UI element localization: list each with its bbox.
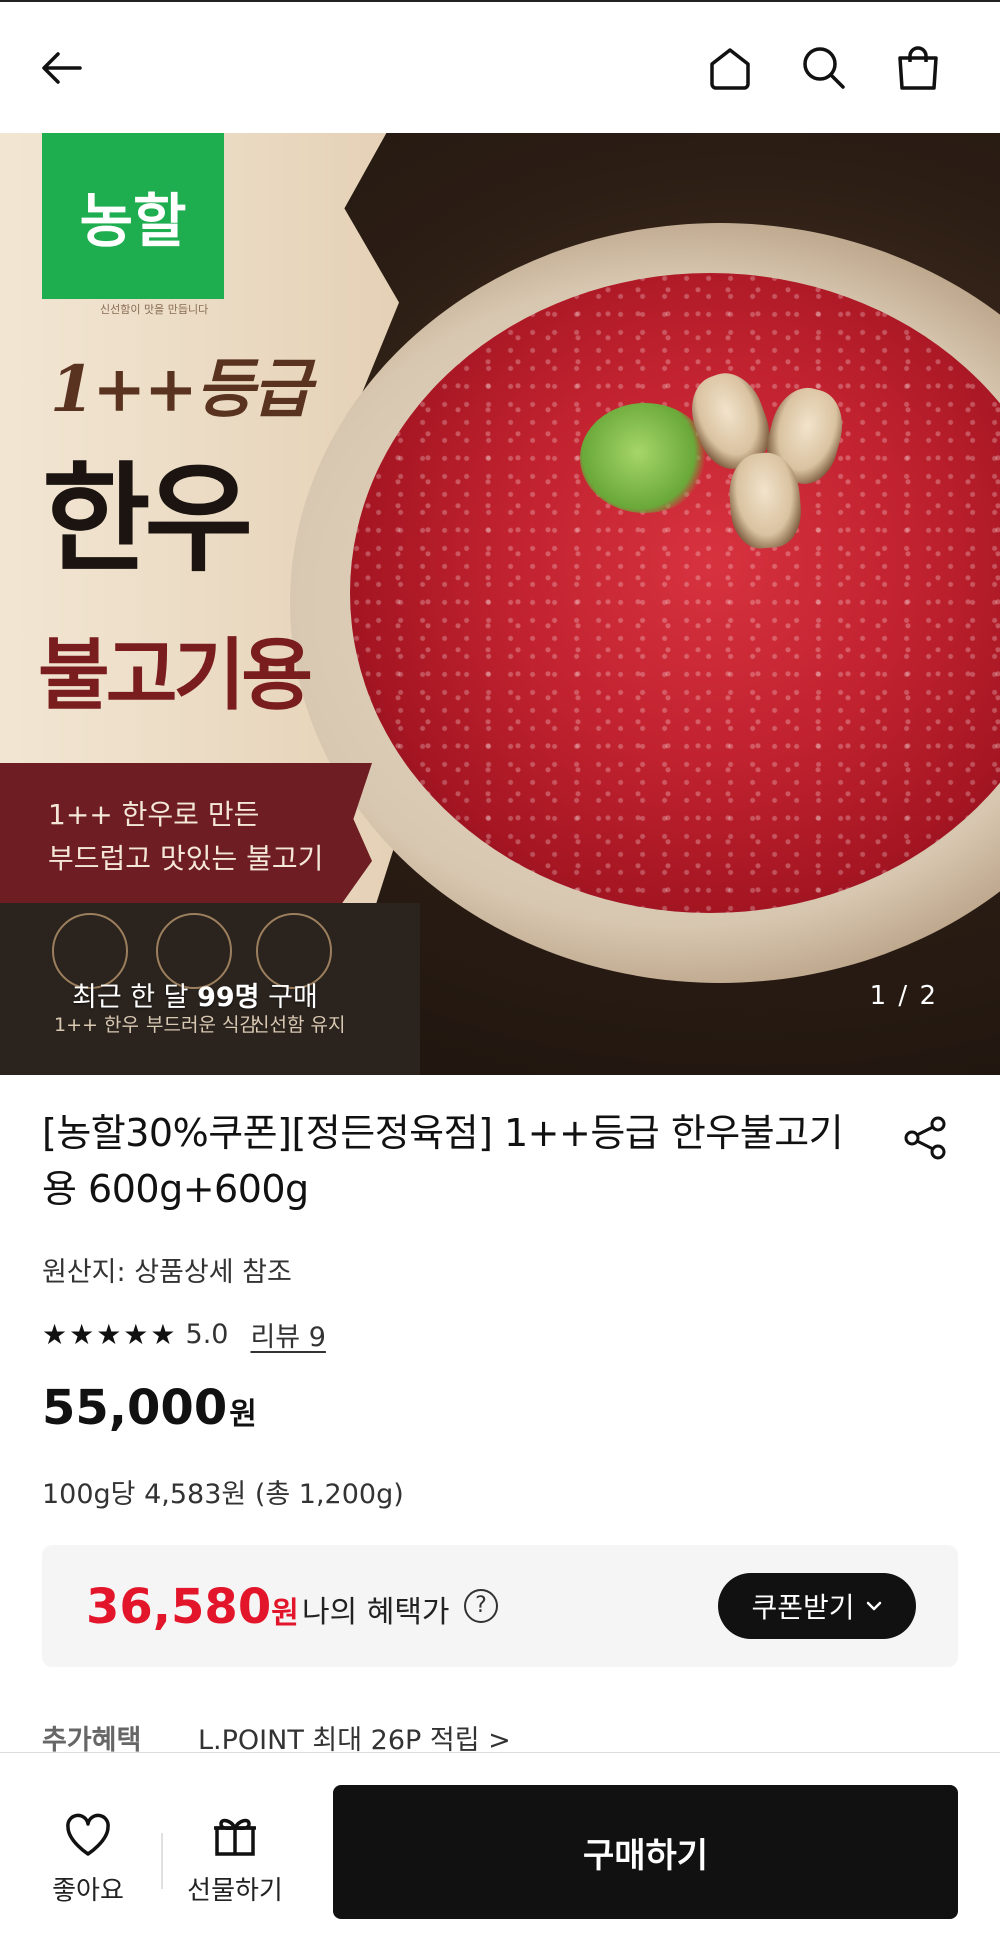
price-value: 55,000 [42, 1380, 228, 1436]
gift-label: 선물하기 [187, 1876, 283, 1906]
benefit-label: 나의 혜택가 [302, 1595, 450, 1630]
coupon-button[interactable]: 쿠폰받기 [718, 1573, 916, 1639]
benefit-price-unit: 원 [271, 1596, 299, 1631]
chevron-down-icon [866, 1601, 881, 1611]
hero-grade-text: 1++등급 [50, 352, 312, 427]
benefit-price-value: 36,580 [86, 1579, 272, 1635]
green-onion-garnish [580, 403, 710, 513]
brand-slogan: 신선함이 맛을 만듭니다 [100, 303, 209, 316]
star-rating-icon: ★★★★★ [42, 1317, 178, 1351]
recent-purchase-info: 최근 한 달 99명 구매 [72, 975, 318, 1014]
hero-sub-text: 불고기용 [38, 630, 313, 721]
divider [161, 1833, 163, 1889]
search-icon[interactable] [796, 40, 852, 96]
brand-logo: 농할 [42, 133, 224, 299]
product-image-carousel[interactable]: 농할 신선함이 맛을 만듭니다 1++등급 한우 불고기용 1++ 한우로 만든… [0, 133, 1000, 1075]
home-icon[interactable] [702, 40, 758, 96]
bottom-action-bar: 좋아요 선물하기 구매하기 [0, 1752, 1000, 1951]
rating-score: 5.0 [185, 1318, 229, 1350]
recent-suffix: 구매 [259, 982, 318, 1013]
hero-main-text: 한우 [42, 449, 253, 588]
top-app-bar [0, 0, 1000, 133]
like-button[interactable]: 좋아요 [18, 1808, 158, 1907]
hero-band-line2: 부드럽고 맛있는 불고기 [48, 842, 324, 875]
help-icon[interactable]: ? [464, 1589, 498, 1623]
gift-button[interactable]: 선물하기 [165, 1808, 305, 1907]
recent-count: 99명 [197, 982, 260, 1013]
price-unit: 원 [229, 1397, 257, 1432]
image-pager: 1 / 2 [869, 981, 938, 1011]
benefit-price: 36,580원 [86, 1579, 299, 1635]
gift-icon [214, 1818, 256, 1856]
rating-row: ★★★★★ 5.0 리뷰 9 [42, 1315, 326, 1354]
recent-prefix: 최근 한 달 [72, 982, 198, 1013]
benefit-price-box: 36,580원 나의 혜택가 ? 쿠폰받기 [42, 1545, 958, 1667]
shopping-bag-icon[interactable] [890, 40, 946, 96]
coupon-button-label: 쿠폰받기 [751, 1591, 855, 1624]
buy-button[interactable]: 구매하기 [333, 1785, 958, 1919]
review-link[interactable]: 리뷰 9 [250, 1315, 325, 1354]
hero-band-line1: 1++ 한우로 만든 [48, 798, 260, 831]
origin-info: 원산지: 상품상세 참조 [42, 1257, 292, 1288]
feature-label: 신선함 유지 [252, 1014, 346, 1036]
like-label: 좋아요 [52, 1876, 124, 1906]
unit-price: 100g당 4,583원 (총 1,200g) [42, 1479, 404, 1510]
product-price: 55,000원 [42, 1380, 257, 1436]
heart-icon [66, 1813, 110, 1856]
hero-band [0, 763, 372, 903]
feature-label: 부드러운 식감 [146, 1014, 257, 1036]
product-title: [농할30%쿠폰][정든정육점] 1++등급 한우불고기용 600g+600g [42, 1111, 844, 1211]
share-icon[interactable] [900, 1112, 952, 1164]
back-arrow-icon[interactable] [34, 40, 90, 96]
feature-label: 1++ 한우 [54, 1014, 139, 1036]
